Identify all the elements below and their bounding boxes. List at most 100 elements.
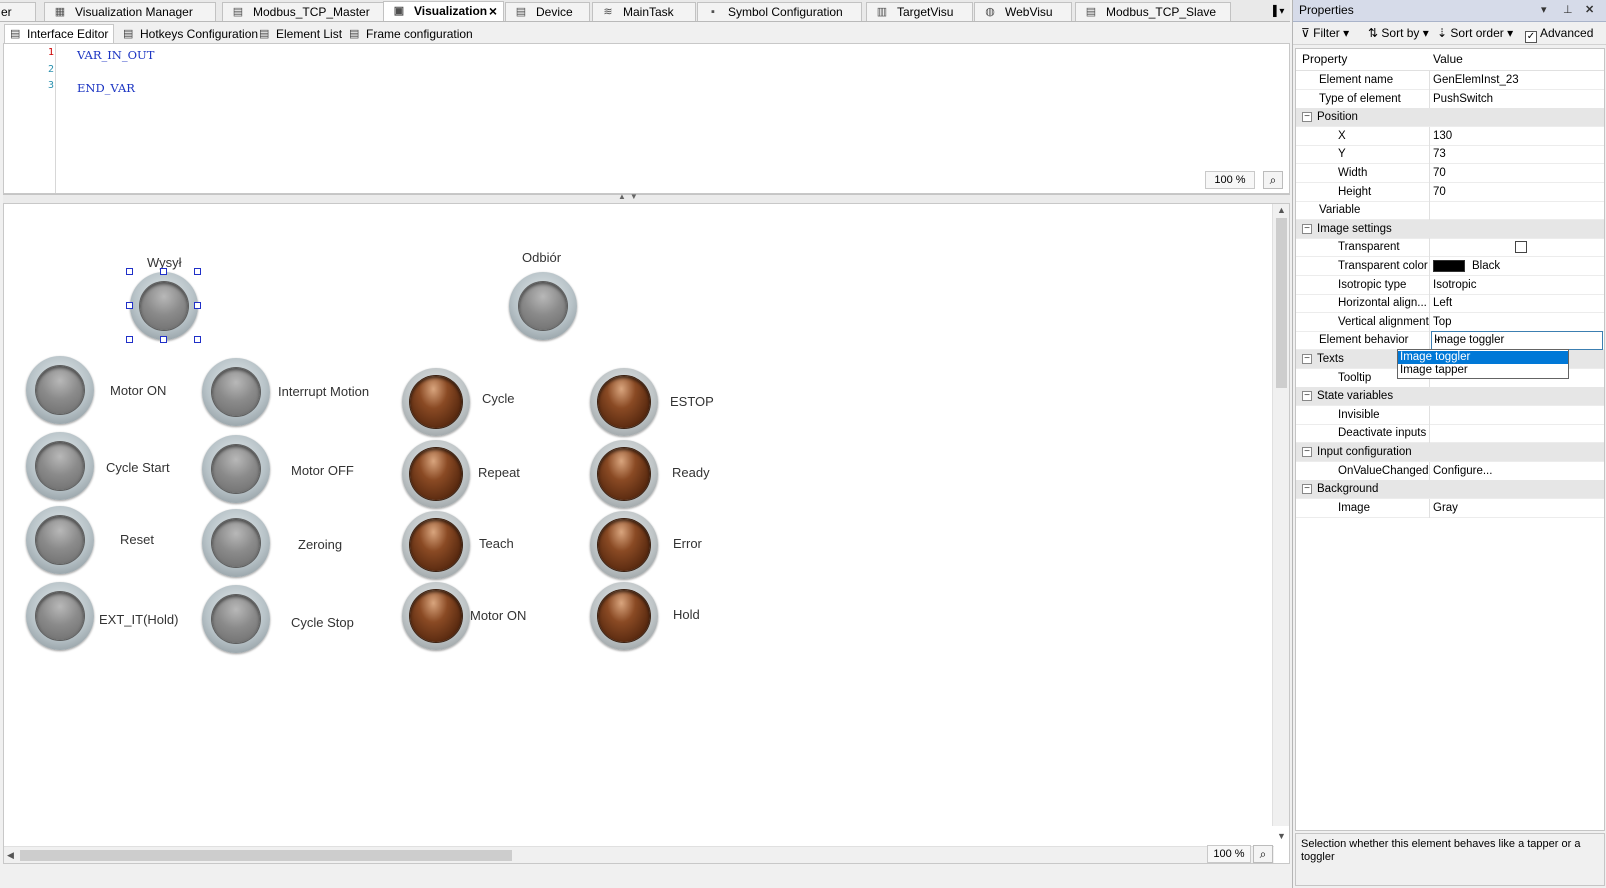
close-icon[interactable]: ✕	[1585, 0, 1594, 21]
push-switch-3[interactable]	[202, 358, 270, 426]
lamp-2[interactable]	[402, 440, 470, 508]
color-swatch[interactable]	[1433, 260, 1465, 272]
push-switch-4[interactable]	[26, 432, 94, 500]
push-switch-5[interactable]	[202, 435, 270, 503]
selection-handle[interactable]	[126, 268, 133, 275]
property-row[interactable]: Height 70	[1296, 182, 1604, 202]
property-row[interactable]: Variable	[1296, 201, 1604, 221]
collapse-icon[interactable]: −	[1302, 447, 1312, 457]
transparent-checkbox[interactable]	[1515, 241, 1527, 254]
property-row[interactable]: Deactivate inputs	[1296, 424, 1604, 444]
code-line[interactable]: END_VAR	[77, 81, 135, 95]
property-value[interactable]: Black	[1472, 260, 1500, 272]
scroll-down-icon[interactable]: ▼	[1277, 831, 1286, 841]
selection-handle[interactable]	[126, 302, 133, 309]
property-value[interactable]: Top	[1433, 316, 1452, 328]
doc-tab-2[interactable]: ▤ Modbus_TCP_Master	[222, 2, 384, 21]
property-row[interactable]: Element behavior Image toggler ⌄	[1296, 331, 1604, 351]
doc-tab-4[interactable]: ▤ Device	[505, 2, 590, 21]
selection-handle[interactable]	[160, 336, 167, 343]
tab-overflow-button[interactable]: ▐ ▾	[1262, 2, 1292, 22]
editor-splitter[interactable]: ▲▼	[3, 192, 1290, 203]
lamp-0[interactable]	[402, 368, 470, 436]
push-switch-6[interactable]	[26, 506, 94, 574]
property-row[interactable]: Width 70	[1296, 164, 1604, 183]
filter-button[interactable]: ⊽ Filter ▾	[1301, 26, 1349, 40]
element-behavior-dropdown-list[interactable]: Image toggler Image tapper	[1397, 349, 1569, 379]
lamp-5[interactable]	[590, 511, 658, 579]
collapse-icon[interactable]: −	[1302, 354, 1312, 364]
selection-handle[interactable]	[194, 336, 201, 343]
property-row[interactable]: − Input configuration	[1296, 443, 1604, 462]
panel-menu-icon[interactable]: ▾	[1541, 0, 1547, 21]
element-behavior-select[interactable]: Image toggler ⌄	[1431, 331, 1603, 351]
sort-order-button[interactable]: ⇣ Sort order ▾	[1437, 26, 1513, 40]
property-row[interactable]: − Image settings	[1296, 219, 1604, 239]
doc-tab-6[interactable]: ▪ Symbol Configuration	[697, 2, 862, 21]
behavior-option-0[interactable]: Image toggler	[1398, 351, 1568, 364]
property-value[interactable]: Isotropic	[1433, 279, 1476, 291]
declaration-zoom-icon[interactable]: ⌕	[1263, 171, 1283, 189]
property-row[interactable]: Vertical alignment Top	[1296, 312, 1604, 332]
collapse-icon[interactable]: −	[1302, 484, 1312, 495]
property-value[interactable]: Gray	[1433, 502, 1458, 514]
property-row[interactable]: X 130	[1296, 126, 1604, 146]
canvas-zoom-field[interactable]: 100 %	[1207, 845, 1251, 863]
selection-handle[interactable]	[194, 268, 201, 275]
chevron-down-icon[interactable]: ⌄	[1434, 333, 1599, 344]
property-value[interactable]: 70	[1433, 186, 1446, 198]
push-switch-2[interactable]	[26, 356, 94, 424]
property-row[interactable]: Horizontal align... Left	[1296, 294, 1604, 314]
lamp-3[interactable]	[590, 440, 658, 508]
doc-tab-8[interactable]: ◍ WebVisu	[974, 2, 1072, 21]
doc-tab-7[interactable]: ▥ TargetVisu	[866, 2, 973, 21]
declaration-zoom-field[interactable]: 100 %	[1205, 171, 1255, 189]
property-row[interactable]: Y 73	[1296, 145, 1604, 165]
canvas-vertical-scrollbar[interactable]: ▲	[1272, 204, 1289, 826]
collapse-icon[interactable]: −	[1302, 112, 1312, 123]
behavior-option-1[interactable]: Image tapper	[1398, 364, 1568, 377]
doc-tab-9[interactable]: ▤ Modbus_TCP_Slave	[1075, 2, 1231, 21]
property-row[interactable]: Type of element PushSwitch	[1296, 89, 1604, 109]
scroll-left-icon[interactable]: ◀	[7, 850, 14, 861]
push-switch-7[interactable]	[202, 509, 270, 577]
editor-tab-2[interactable]: ▤ Element List	[253, 24, 342, 43]
editor-tab-3[interactable]: ▤ Frame configuration	[343, 24, 473, 43]
visualization-canvas[interactable]: Wysył Odbiór Motor ON Interrupt Motion Cycle…	[3, 203, 1290, 864]
property-row[interactable]: OnValueChanged Configure...	[1296, 461, 1604, 481]
lamp-7[interactable]	[590, 582, 658, 650]
property-value[interactable]: PushSwitch	[1433, 93, 1493, 105]
selection-handle[interactable]	[194, 302, 201, 309]
push-switch-8[interactable]	[26, 582, 94, 650]
property-row[interactable]: Isotropic type Isotropic	[1296, 275, 1604, 295]
vertical-scroll-thumb[interactable]	[1276, 218, 1287, 388]
doc-tab-5[interactable]: ≋ MainTask	[592, 2, 696, 21]
property-row[interactable]: Image Gray	[1296, 498, 1604, 518]
close-tab-icon[interactable]: ×	[489, 2, 497, 21]
property-value[interactable]: 130	[1433, 130, 1452, 142]
sort-by-button[interactable]: ⇅ Sort by ▾	[1368, 26, 1429, 40]
lamp-6[interactable]	[402, 582, 470, 650]
editor-tab-1[interactable]: ▤ Hotkeys Configuration	[117, 24, 258, 43]
advanced-toggle[interactable]: ✓ Advanced	[1525, 26, 1593, 43]
push-switch-0[interactable]	[130, 272, 198, 340]
collapse-icon[interactable]: −	[1302, 223, 1312, 234]
push-switch-1[interactable]	[509, 272, 577, 340]
canvas-horizontal-scrollbar[interactable]: ◀ ▶	[4, 846, 1274, 863]
declaration-editor[interactable]: 1 2 3 100 % ⌕ VAR_IN_OUT END_VAR	[3, 43, 1290, 194]
doc-tab-0[interactable]: er	[0, 2, 36, 21]
property-value[interactable]: Configure...	[1433, 465, 1492, 477]
property-row[interactable]: − State variables	[1296, 387, 1604, 407]
selection-handle[interactable]	[160, 268, 167, 275]
doc-tab-1[interactable]: ▦ Visualization Manager	[44, 2, 216, 21]
property-value[interactable]: 70	[1433, 167, 1446, 179]
canvas-zoom-icon[interactable]: ⌕	[1253, 845, 1273, 863]
advanced-checkbox[interactable]: ✓	[1525, 31, 1537, 43]
lamp-4[interactable]	[402, 511, 470, 579]
pin-icon[interactable]: ⊥	[1563, 0, 1573, 21]
collapse-icon[interactable]: −	[1302, 391, 1312, 402]
property-row[interactable]: Invisible	[1296, 405, 1604, 425]
property-row[interactable]: Transparent color Black	[1296, 257, 1604, 276]
splitter-arrows-icon[interactable]: ▲▼	[618, 192, 642, 201]
property-row[interactable]: Transparent	[1296, 238, 1604, 258]
